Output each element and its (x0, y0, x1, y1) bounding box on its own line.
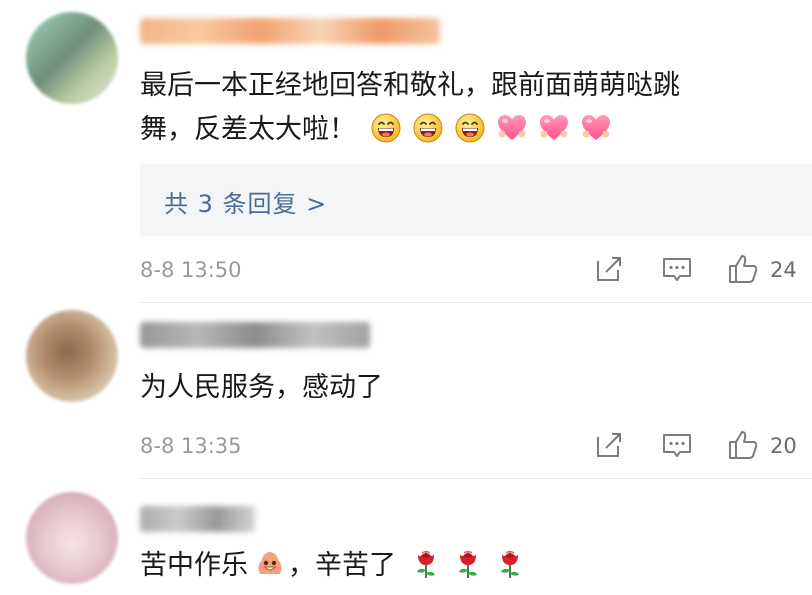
comment-text: 最后一本正经地回答和敬礼，跟前面萌萌哒跳 (140, 62, 680, 110)
grin-emoji (454, 112, 486, 144)
view-replies-link[interactable]: 共 3 条回复 > (164, 184, 327, 219)
comment-icon[interactable] (660, 252, 694, 286)
rose-emoji (494, 548, 526, 580)
comment-icon[interactable] (660, 428, 694, 462)
divider (140, 478, 812, 479)
username[interactable] (140, 322, 370, 348)
share-icon[interactable] (592, 428, 626, 462)
grin-emoji (412, 112, 444, 144)
avatar[interactable] (26, 310, 118, 402)
comment-text: 舞，反差太大啦！ (140, 106, 612, 154)
username[interactable] (140, 506, 255, 532)
rose-emoji (410, 548, 442, 580)
comment-text-line1: 最后一本正经地回答和敬礼，跟前面萌萌哒跳 (140, 70, 680, 101)
comment-text-part2: ，辛苦了 (288, 550, 396, 581)
like-count: 24 (770, 258, 797, 282)
comment-text-line1: 为人民服务，感动了 (140, 372, 383, 403)
like-count: 20 (770, 434, 797, 458)
comment-meta: 8-8 13:50 24 (140, 252, 812, 292)
comment-text: 苦中作乐 ，辛苦了 (140, 542, 526, 590)
username[interactable] (140, 18, 440, 44)
like-icon[interactable] (726, 428, 760, 462)
comment-text-part1: 苦中作乐 (140, 550, 248, 581)
grin-emoji (370, 112, 402, 144)
timestamp: 8-8 13:35 (140, 434, 242, 458)
heart-emoji (496, 112, 528, 144)
avatar[interactable] (26, 492, 118, 584)
share-icon[interactable] (592, 252, 626, 286)
comment-text-line2: 舞，反差太大啦！ (140, 114, 356, 145)
like-icon[interactable] (726, 252, 760, 286)
divider (140, 302, 812, 303)
timestamp: 8-8 13:50 (140, 258, 242, 282)
heart-emoji (538, 112, 570, 144)
heart-emoji (580, 112, 612, 144)
comment-text: 为人民服务，感动了 (140, 364, 383, 412)
mascot-emoji (254, 548, 286, 580)
rose-emoji (452, 548, 484, 580)
replies-box[interactable]: 共 3 条回复 > (140, 164, 812, 236)
comment-meta: 8-8 13:35 20 (140, 428, 812, 468)
avatar[interactable] (26, 12, 118, 104)
